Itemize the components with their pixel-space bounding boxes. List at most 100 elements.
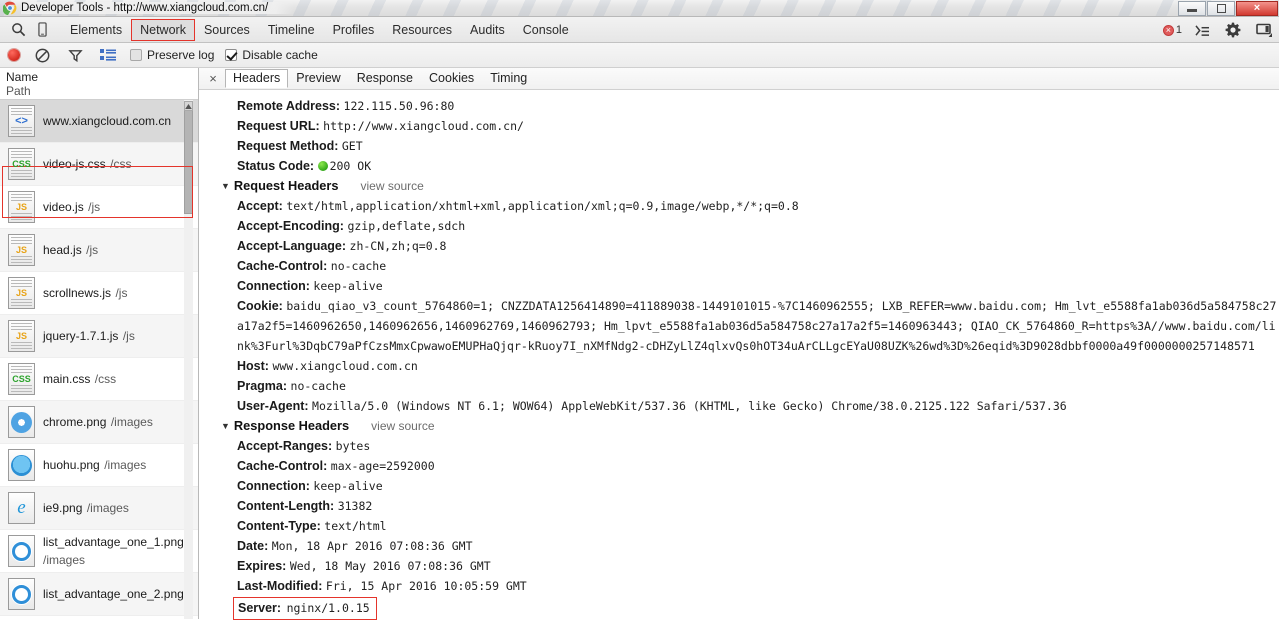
header-key: Accept: (237, 199, 283, 213)
preserve-log-box (130, 49, 142, 61)
request-row[interactable]: JS video.js /js (0, 186, 198, 229)
request-row[interactable]: huohu.png /images (0, 444, 198, 487)
header-value: no-cache (330, 259, 387, 273)
request-path: /js (122, 329, 135, 343)
request-row-document[interactable]: <> www.xiangcloud.com.cn (0, 100, 198, 143)
header-value: www.xiangcloud.com.cn (272, 359, 418, 373)
minimize-icon (1187, 9, 1197, 12)
header-status-code: Status Code: 200 OK (199, 156, 1279, 176)
header-key: Expires: (237, 559, 287, 573)
header-accept: Accept: text/html,application/xhtml+xml,… (199, 196, 1279, 216)
disclosure-triangle-icon: ▼ (221, 421, 230, 431)
header-value: Fri, 15 Apr 2016 10:05:59 GMT (325, 579, 527, 593)
close-button[interactable]: × (1236, 0, 1278, 16)
console-drawer-icon[interactable] (1191, 19, 1213, 41)
header-key: Cache-Control: (237, 459, 328, 473)
tab-timing[interactable]: Timing (482, 69, 535, 88)
request-row[interactable]: CSS video-js.css /css (0, 143, 198, 186)
header-key: Cache-Control: (237, 259, 328, 273)
header-key: Remote Address: (237, 99, 341, 113)
view-source-link[interactable]: view source (371, 416, 434, 436)
tab-profiles[interactable]: Profiles (324, 19, 384, 41)
request-name: video-js.css (43, 157, 106, 171)
request-headers-section[interactable]: ▼ Request Headers view source (199, 176, 1279, 196)
request-row[interactable]: JS head.js /js (0, 229, 198, 272)
tab-cookies[interactable]: Cookies (421, 69, 482, 88)
request-row[interactable]: list_advantage_one_2.png (0, 573, 198, 616)
request-name: head.js (43, 243, 82, 257)
error-count-badge[interactable]: × 1 (1162, 24, 1182, 36)
preserve-log-label: Preserve log (147, 48, 215, 62)
request-name: www.xiangcloud.com.cn (43, 114, 172, 128)
request-row[interactable]: e ie9.png /images (0, 487, 198, 530)
js-file-icon: JS (8, 191, 35, 223)
header-request-method: Request Method: GET (199, 136, 1279, 156)
image-dot-icon (8, 535, 35, 567)
minimize-button[interactable] (1178, 0, 1206, 16)
image-ie-icon: e (8, 492, 35, 524)
header-key: Cookie: (237, 299, 283, 313)
devtools-panel-tabs: Elements Network Sources Timeline Profil… (61, 18, 578, 41)
tab-console[interactable]: Console (514, 19, 578, 41)
header-user-agent: User-Agent: Mozilla/5.0 (Windows NT 6.1;… (199, 396, 1279, 416)
network-toolbar: Preserve log Disable cache (0, 43, 1279, 68)
header-key: Connection: (237, 279, 310, 293)
header-value: keep-alive (313, 279, 383, 293)
disable-cache-checkbox[interactable]: Disable cache (225, 48, 318, 62)
view-source-link[interactable]: view source (360, 176, 423, 196)
request-row[interactable]: JS scrollnews.js /js (0, 272, 198, 315)
header-value: bytes (335, 439, 371, 453)
tab-timeline[interactable]: Timeline (259, 19, 324, 41)
request-name: main.css (43, 372, 91, 386)
devtools-toolbar-right: × 1 (1162, 17, 1275, 43)
dock-side-icon[interactable] (1253, 19, 1275, 41)
header-value: 122.115.50.96:80 (343, 99, 455, 113)
request-name: video.js (43, 200, 84, 214)
sidebar-scrollbar-thumb[interactable] (184, 101, 193, 214)
network-panel-body: Name Path <> www.xiangcloud.com.cn CSS v… (0, 68, 1279, 620)
request-name: scrollnews.js (43, 286, 112, 300)
header-accept-encoding: Accept-Encoding: gzip,deflate,sdch (199, 216, 1279, 236)
request-row[interactable]: list_advantage_one_1.png /images (0, 530, 198, 573)
request-path: /js (88, 200, 101, 214)
request-path: /css (94, 372, 117, 386)
large-rows-button[interactable] (97, 44, 119, 66)
maximize-button[interactable] (1207, 0, 1235, 16)
chrome-icon (2, 1, 17, 16)
tab-resources[interactable]: Resources (383, 19, 461, 41)
record-button[interactable] (8, 49, 20, 61)
request-row[interactable]: CSS main.css /css (0, 358, 198, 401)
disable-cache-label: Disable cache (242, 48, 318, 62)
section-title: ▼ Response Headers (221, 416, 349, 436)
request-row[interactable]: JS jquery-1.7.1.js /js (0, 315, 198, 358)
status-ok-icon (317, 161, 328, 171)
device-mode-icon[interactable] (31, 19, 53, 41)
header-value: Mon, 18 Apr 2016 07:08:36 GMT (271, 539, 473, 553)
clear-button[interactable] (31, 44, 53, 66)
tab-headers[interactable]: Headers (225, 69, 289, 88)
tab-elements[interactable]: Elements (61, 19, 131, 41)
tab-preview[interactable]: Preview (288, 69, 348, 88)
details-tabstrip: × Headers Preview Response Cookies Timin… (199, 68, 1279, 90)
inspect-element-icon[interactable] (7, 19, 29, 41)
header-key: Accept-Ranges: (237, 439, 333, 453)
disable-cache-box (225, 49, 238, 61)
tab-sources[interactable]: Sources (195, 19, 259, 41)
image-chrome-icon (8, 406, 35, 438)
scroll-up-arrow-icon[interactable] (184, 101, 193, 111)
header-cache-control-response: Cache-Control: max-age=2592000 (199, 456, 1279, 476)
header-host: Host: www.xiangcloud.com.cn (199, 356, 1279, 376)
header-key: Request URL: (237, 119, 320, 133)
settings-gear-icon[interactable] (1222, 19, 1244, 41)
header-value: keep-alive (313, 479, 383, 493)
tab-response[interactable]: Response (349, 69, 421, 88)
response-headers-section[interactable]: ▼ Response Headers view source (199, 416, 1279, 436)
filter-button[interactable] (64, 44, 86, 66)
preserve-log-checkbox[interactable]: Preserve log (130, 48, 214, 62)
request-row[interactable]: chrome.png /images (0, 401, 198, 444)
header-content-length: Content-Length: 31382 (199, 496, 1279, 516)
request-path: /images (86, 501, 129, 515)
tab-audits[interactable]: Audits (461, 19, 514, 41)
close-details-icon[interactable]: × (205, 72, 221, 85)
tab-network[interactable]: Network (131, 18, 195, 41)
